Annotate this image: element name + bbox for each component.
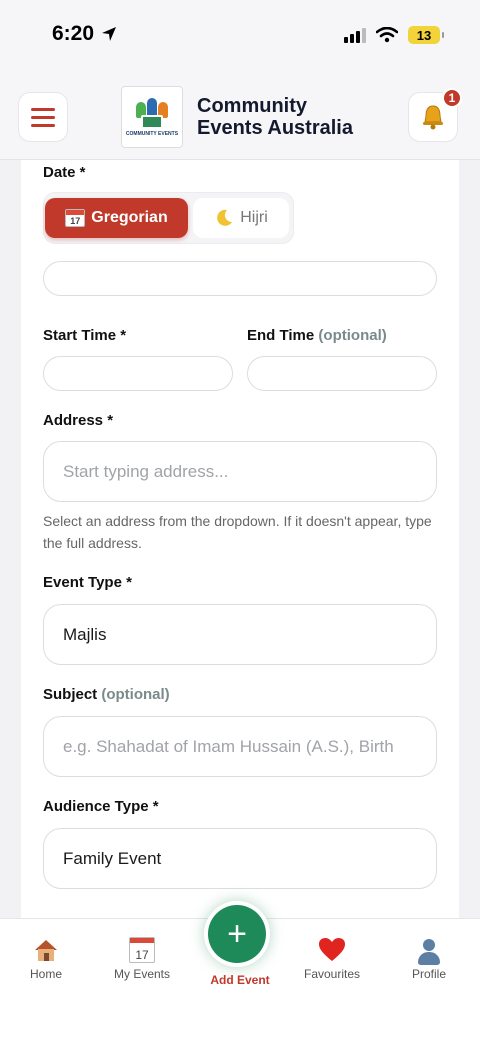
subject-label: Subject (optional): [43, 686, 170, 703]
logo-calendar-icon: [141, 114, 163, 129]
bottom-navigation: Home 17 My Events + Add Event Favourites…: [0, 901, 480, 1041]
house-icon: [1, 933, 91, 967]
nav-profile[interactable]: Profile: [384, 933, 474, 981]
subject-input[interactable]: e.g. Shahadat of Imam Hussain (A.S.), Bi…: [43, 716, 437, 777]
clock-text: 6:20: [52, 22, 95, 45]
date-input[interactable]: [43, 261, 437, 296]
calendar-icon-day: 17: [70, 216, 81, 226]
gregorian-label: Gregorian: [91, 209, 168, 226]
nav-favourites[interactable]: Favourites: [287, 933, 377, 981]
nav-add-event-label[interactable]: Add Event: [190, 973, 290, 987]
status-bar: 6:20 13: [0, 0, 480, 70]
app-header: COMMUNITY EVENTS Community Events Austra…: [0, 70, 480, 160]
app-logo[interactable]: COMMUNITY EVENTS: [121, 86, 183, 148]
hijri-button[interactable]: Hijri: [193, 198, 289, 238]
calendar-icon: 17: [65, 209, 86, 227]
audience-type-label: Audience Type *: [43, 798, 159, 815]
audience-type-select[interactable]: Family Event: [43, 828, 437, 889]
brand-title: Community Events Australia: [197, 95, 353, 139]
person-icon: [384, 933, 474, 967]
add-event-button[interactable]: +: [204, 901, 270, 967]
end-time-optional: (optional): [318, 327, 387, 344]
calendar-icon: 17: [97, 933, 187, 967]
status-time: 6:20: [52, 22, 118, 46]
subject-label-text: Subject: [43, 686, 98, 703]
notification-badge: 1: [442, 88, 462, 108]
menu-button[interactable]: [18, 92, 68, 142]
end-time-input[interactable]: [247, 356, 437, 391]
location-arrow-icon: [102, 27, 117, 41]
gregorian-button[interactable]: 17 Gregorian: [45, 198, 188, 238]
address-helper-text: Select an address from the dropdown. If …: [43, 513, 432, 551]
hijri-label: Hijri: [240, 209, 268, 226]
address-input[interactable]: Start typing address...: [43, 441, 437, 502]
nav-my-events-label: My Events: [113, 967, 170, 981]
logo-text: COMMUNITY EVENTS: [125, 130, 179, 137]
end-time-label: End Time (optional): [247, 327, 387, 344]
start-time-label: Start Time *: [43, 327, 127, 344]
status-icons: 13: [344, 26, 444, 44]
address-label: Address *: [43, 412, 114, 429]
wifi-icon: [376, 27, 398, 43]
plus-icon: +: [208, 905, 266, 963]
calendar-type-toggle: 17 Gregorian Hijri: [43, 192, 294, 244]
nav-favourites-label: Favourites: [303, 967, 361, 981]
event-type-select[interactable]: Majlis: [43, 604, 437, 665]
start-time-input[interactable]: [43, 356, 233, 391]
end-time-label-text: End Time: [247, 327, 315, 344]
nav-home[interactable]: Home: [1, 933, 91, 981]
hamburger-icon: [31, 107, 55, 111]
battery-level: 13: [416, 27, 432, 43]
crescent-moon-icon: [217, 209, 233, 226]
cellular-signal-icon: [344, 27, 366, 43]
bell-icon: [423, 105, 443, 130]
nav-profile-label: Profile: [411, 967, 446, 981]
brand-line-2: Events Australia: [197, 117, 353, 139]
battery-icon: 13: [408, 26, 444, 44]
event-form-card: Date * 17 Gregorian Hijri Start Time * E…: [21, 160, 459, 920]
nav-calendar-day: 17: [135, 948, 149, 962]
heart-icon: [287, 933, 377, 967]
subject-optional: (optional): [101, 686, 170, 703]
event-type-label: Event Type *: [43, 574, 132, 591]
nav-home-label: Home: [29, 967, 62, 981]
date-label: Date *: [43, 164, 86, 181]
brand-line-1: Community: [197, 95, 307, 117]
nav-my-events[interactable]: 17 My Events: [97, 933, 187, 981]
